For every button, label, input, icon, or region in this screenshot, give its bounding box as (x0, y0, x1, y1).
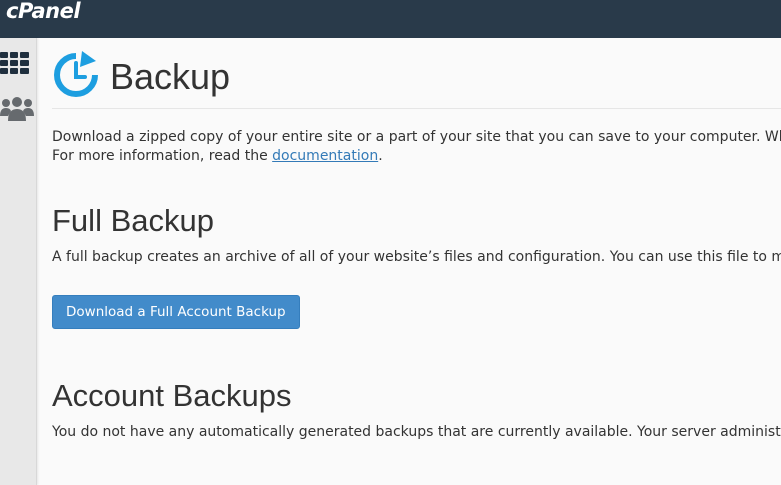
intro-text-line1: Download a zipped copy of your entire si… (52, 129, 781, 145)
cpanel-logo[interactable]: cPanel (6, 0, 81, 23)
account-backups-heading: Account Backups (52, 378, 292, 413)
intro-text-prefix: For more information, read the (52, 148, 273, 164)
account-backups-description: You do not have any automatically genera… (52, 424, 781, 440)
full-backup-description: A full backup creates an archive of all … (52, 249, 781, 265)
grid-icon[interactable] (0, 48, 32, 80)
page-header: Backup (52, 48, 781, 109)
page-title: Backup (110, 56, 231, 97)
documentation-link[interactable]: documentation (272, 148, 378, 164)
download-full-backup-button[interactable]: Download a Full Account Backup (52, 295, 300, 329)
backup-clock-icon (52, 50, 100, 98)
top-bar: cPanel (0, 0, 781, 38)
users-icon[interactable] (0, 94, 34, 126)
sidebar (0, 38, 37, 485)
intro-text-line2: For more information, read the documenta… (52, 147, 383, 166)
full-backup-heading: Full Backup (52, 203, 214, 238)
intro-text-suffix: . (378, 148, 383, 164)
main-content: Backup Download a zipped copy of your en… (52, 38, 781, 485)
